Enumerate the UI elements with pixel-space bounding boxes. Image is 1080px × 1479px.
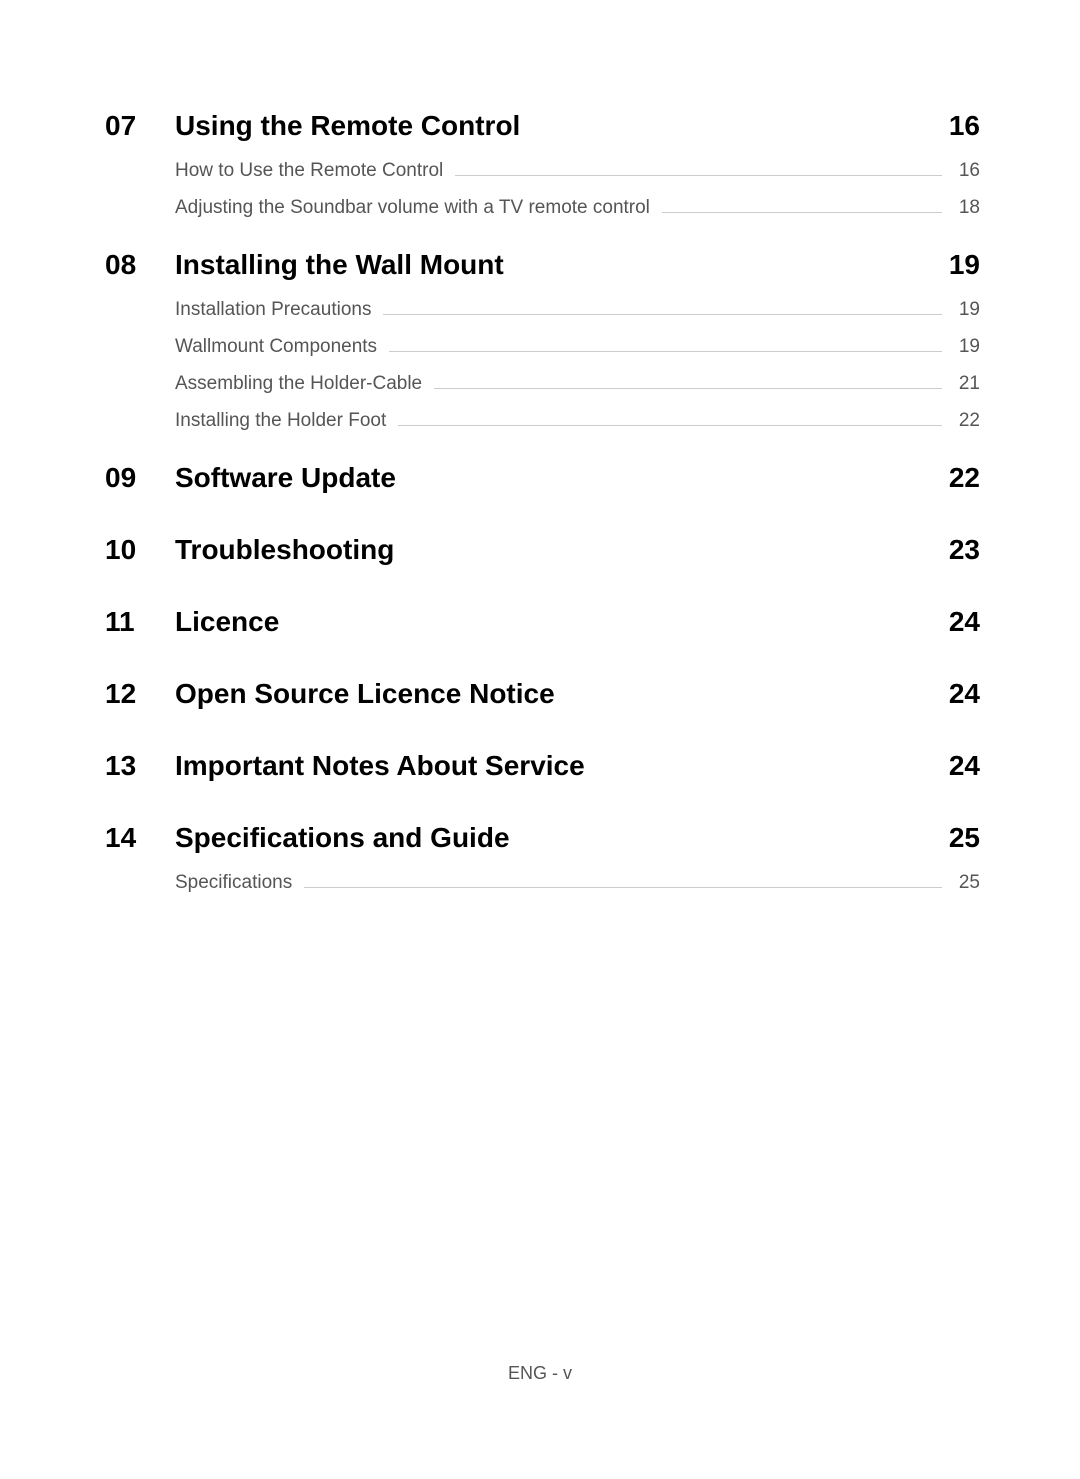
section-title[interactable]: Licence [175, 606, 930, 638]
subsection-page: 22 [950, 410, 980, 432]
page-footer: ENG - v [0, 1363, 1080, 1384]
section-number: 13 [105, 750, 175, 782]
section-title[interactable]: Installing the Wall Mount [175, 249, 930, 281]
subsection-group: How to Use the Remote Control 16 Adjusti… [175, 160, 980, 219]
section-page: 19 [930, 249, 980, 281]
subsection-page: 21 [950, 373, 980, 395]
subsection-title[interactable]: Adjusting the Soundbar volume with a TV … [175, 197, 650, 219]
subsection-page: 18 [950, 197, 980, 219]
section-title[interactable]: Using the Remote Control [175, 110, 930, 142]
leader-line [304, 887, 942, 888]
leader-line [662, 212, 942, 213]
subsection-group: Specifications 25 [175, 872, 980, 894]
section-number: 10 [105, 534, 175, 566]
section-title[interactable]: Software Update [175, 462, 930, 494]
leader-line [389, 351, 942, 352]
subsection-title[interactable]: Installation Precautions [175, 299, 371, 321]
leader-line [455, 175, 942, 176]
subsection-title[interactable]: Assembling the Holder-Cable [175, 373, 422, 395]
section-number: 12 [105, 678, 175, 710]
leader-line [398, 425, 942, 426]
toc-subsection-row: Adjusting the Soundbar volume with a TV … [175, 197, 980, 219]
subsection-title[interactable]: Wallmount Components [175, 336, 377, 358]
section-page: 24 [930, 606, 980, 638]
section-title[interactable]: Troubleshooting [175, 534, 930, 566]
toc-subsection-row: How to Use the Remote Control 16 [175, 160, 980, 182]
section-page: 16 [930, 110, 980, 142]
section-number: 14 [105, 822, 175, 854]
subsection-title[interactable]: How to Use the Remote Control [175, 160, 443, 182]
subsection-title[interactable]: Installing the Holder Foot [175, 410, 386, 432]
toc-section-row: 14 Specifications and Guide 25 [105, 822, 980, 854]
subsection-page: 16 [950, 160, 980, 182]
section-number: 11 [105, 606, 175, 638]
section-page: 24 [930, 678, 980, 710]
toc-subsection-row: Installation Precautions 19 [175, 299, 980, 321]
section-title[interactable]: Specifications and Guide [175, 822, 930, 854]
toc-subsection-row: Assembling the Holder-Cable 21 [175, 373, 980, 395]
section-number: 08 [105, 249, 175, 281]
toc-section-row: 10 Troubleshooting 23 [105, 534, 980, 566]
leader-line [383, 314, 942, 315]
leader-line [434, 388, 942, 389]
subsection-title[interactable]: Specifications [175, 872, 292, 894]
toc-section-row: 11 Licence 24 [105, 606, 980, 638]
toc-subsection-row: Wallmount Components 19 [175, 336, 980, 358]
toc-section-row: 08 Installing the Wall Mount 19 [105, 249, 980, 281]
section-page: 23 [930, 534, 980, 566]
table-of-contents: 07 Using the Remote Control 16 How to Us… [0, 0, 1080, 894]
section-number: 07 [105, 110, 175, 142]
subsection-group: Installation Precautions 19 Wallmount Co… [175, 299, 980, 432]
subsection-page: 25 [950, 872, 980, 894]
subsection-page: 19 [950, 299, 980, 321]
section-page: 22 [930, 462, 980, 494]
section-title[interactable]: Important Notes About Service [175, 750, 930, 782]
section-page: 25 [930, 822, 980, 854]
toc-subsection-row: Installing the Holder Foot 22 [175, 410, 980, 432]
section-page: 24 [930, 750, 980, 782]
section-title[interactable]: Open Source Licence Notice [175, 678, 930, 710]
toc-section-row: 07 Using the Remote Control 16 [105, 110, 980, 142]
toc-subsection-row: Specifications 25 [175, 872, 980, 894]
toc-section-row: 12 Open Source Licence Notice 24 [105, 678, 980, 710]
toc-section-row: 13 Important Notes About Service 24 [105, 750, 980, 782]
subsection-page: 19 [950, 336, 980, 358]
toc-section-row: 09 Software Update 22 [105, 462, 980, 494]
section-number: 09 [105, 462, 175, 494]
